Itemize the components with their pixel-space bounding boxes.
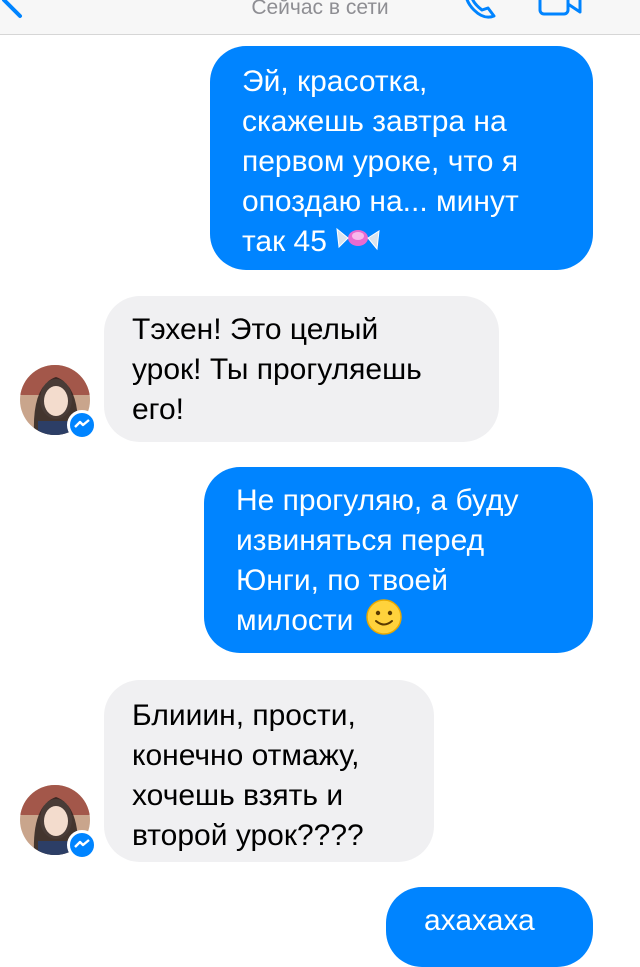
message-text: ахахаха xyxy=(424,904,535,937)
message-bubble-outgoing[interactable]: Эй, красотка, скажешь завтра на первом у… xyxy=(210,46,593,270)
messenger-badge-icon xyxy=(67,830,97,860)
message-text: Тэхен! Это целый урок! Ты прогуляешь его… xyxy=(132,313,422,426)
messenger-badge-icon xyxy=(67,410,97,440)
message-text: Блииин, прости, конечно отмажу, хочешь в… xyxy=(132,699,364,852)
message-bubble-outgoing[interactable]: Не прогуляю, а буду извиняться перед Юнг… xyxy=(204,467,593,653)
message-bubble-outgoing[interactable]: ахахаха xyxy=(386,887,593,967)
video-camera-icon[interactable] xyxy=(538,0,582,18)
phone-icon[interactable] xyxy=(458,0,498,22)
message-bubble-incoming[interactable]: Блииин, прости, конечно отмажу, хочешь в… xyxy=(104,680,434,862)
candy-icon xyxy=(336,227,380,251)
chat-header: Сейчас в сети xyxy=(0,0,640,35)
smiley-icon xyxy=(366,599,403,635)
message-bubble-incoming[interactable]: Тэхен! Это целый урок! Ты прогуляешь его… xyxy=(104,296,499,442)
